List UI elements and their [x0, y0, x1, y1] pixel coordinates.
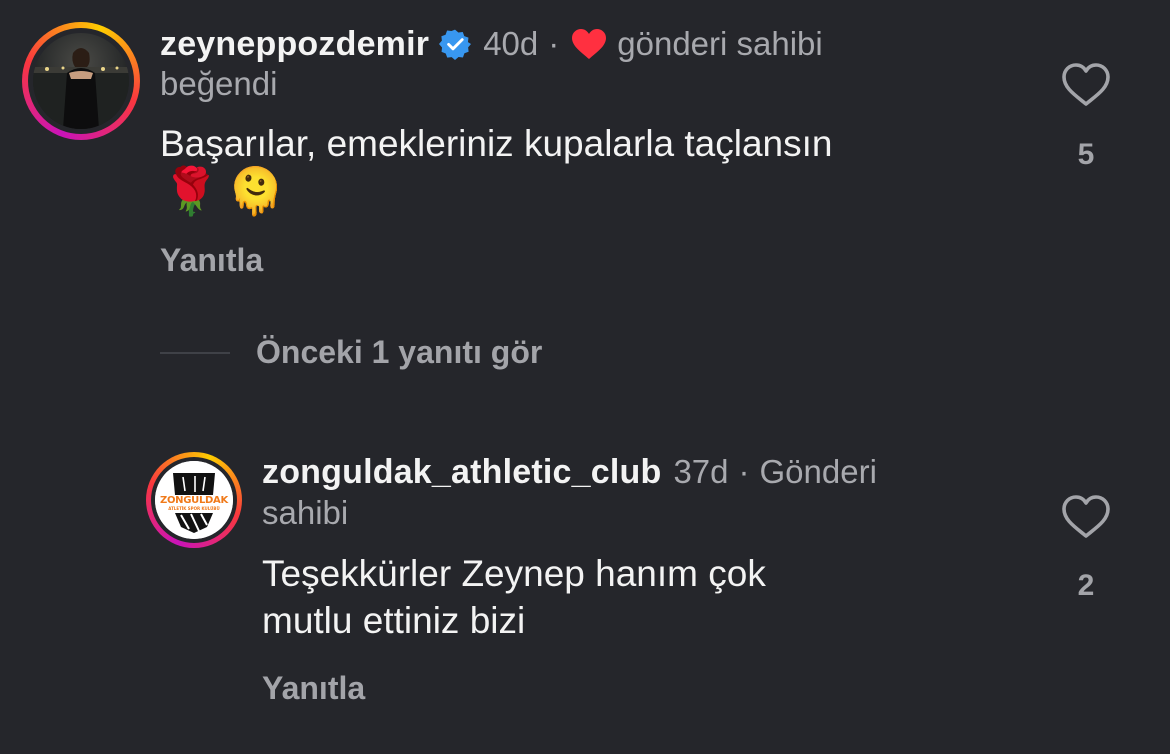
comment-text-line2: mutlu ettiniz bizi	[262, 600, 526, 641]
replies-divider-line	[160, 351, 230, 354]
verified-badge-icon	[439, 28, 472, 60]
heart-outline-icon	[1061, 63, 1111, 112]
like-button[interactable]	[1061, 494, 1111, 545]
meta-separator: ·	[738, 453, 750, 490]
avatar-story-ring[interactable]	[22, 22, 140, 140]
heart-outline-icon	[1061, 495, 1111, 544]
author-label-line2: sahibi	[262, 494, 349, 531]
comment-time: 40d	[483, 25, 539, 62]
meta-separator: ·	[548, 25, 560, 62]
reply-button[interactable]: Yanıtla	[262, 670, 365, 707]
username[interactable]: zeyneppozdemir	[160, 25, 429, 64]
comment-text: Başarılar, emekleriniz kupalarla taçlans…	[160, 123, 833, 164]
heart-icon	[571, 28, 607, 60]
logo-text: ZONGULDAK	[160, 495, 228, 506]
author-label: Gönderi	[759, 453, 877, 490]
view-previous-replies-label: Önceki 1 yanıtı gör	[256, 334, 543, 370]
logo-subtext: ATLETİK SPOR KULÜBÜ	[168, 506, 220, 511]
avatar: ZONGULDAK ATLETİK SPOR KULÜBÜ	[155, 461, 233, 539]
avatar	[33, 33, 129, 129]
username[interactable]: zonguldak_athletic_club	[262, 453, 661, 492]
comment-time: 37d	[673, 453, 729, 490]
like-button[interactable]	[1061, 62, 1111, 113]
avatar-story-ring[interactable]: ZONGULDAK ATLETİK SPOR KULÜBÜ	[146, 452, 242, 548]
view-previous-replies[interactable]: Önceki 1 yanıtı gör	[160, 334, 542, 371]
comment-text: Teşekkürler Zeynep hanım çok	[262, 553, 766, 594]
like-count: 5	[1077, 138, 1095, 171]
rose-emoji: 🌹	[162, 165, 220, 217]
like-count: 2	[1077, 569, 1095, 602]
melting-face-emoji: 🫠	[227, 165, 285, 217]
liked-by-author-text: gönderi sahibi	[617, 25, 823, 62]
reply-button[interactable]: Yanıtla	[160, 242, 263, 279]
liked-by-author-text-line2: beğendi	[160, 65, 278, 102]
